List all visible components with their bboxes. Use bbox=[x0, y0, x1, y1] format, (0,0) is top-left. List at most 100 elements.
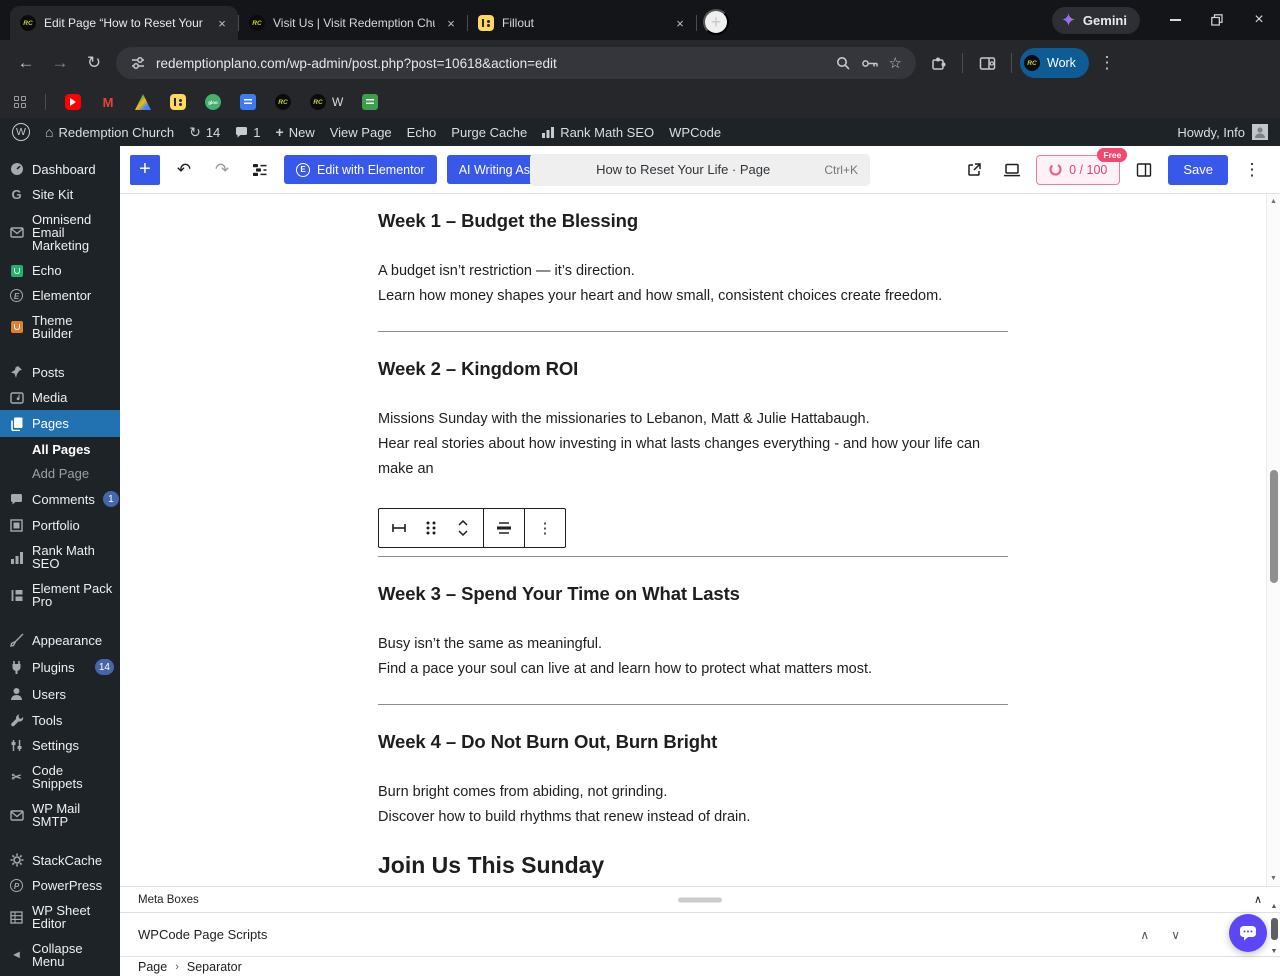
user-avatar[interactable] bbox=[1252, 124, 1268, 140]
sidebar-item-portfolio[interactable]: Portfolio bbox=[0, 513, 120, 538]
content-paragraph[interactable]: Missions Sunday with the missionaries to… bbox=[378, 407, 1008, 482]
scroll-down-icon[interactable]: ▼ bbox=[1267, 875, 1280, 882]
redo-button[interactable]: ↷ bbox=[208, 156, 236, 184]
sidebar-item-omnisend-email-marketing[interactable]: Omnisend Email Marketing bbox=[0, 207, 120, 258]
breadcrumb-separator-block[interactable]: Separator bbox=[187, 960, 242, 974]
bookmark-youtube[interactable] bbox=[65, 94, 81, 110]
drag-handle-icon[interactable] bbox=[416, 513, 446, 543]
editor-options-icon[interactable]: ⋮ bbox=[1238, 156, 1266, 184]
block-inserter-button[interactable]: + bbox=[130, 154, 160, 185]
sidebar-item-powerpress[interactable]: P PowerPress bbox=[0, 873, 120, 898]
editor-scrollbar[interactable]: ▲ ▼ bbox=[1266, 194, 1280, 886]
separator-block[interactable] bbox=[378, 704, 1008, 705]
close-button[interactable]: × bbox=[1238, 0, 1280, 40]
admin-bar-wpcode[interactable]: WPCode bbox=[669, 125, 721, 140]
content-heading[interactable]: Week 4 – Do Not Burn Out, Burn Bright bbox=[378, 731, 1008, 753]
browser-tab[interactable]: RC Edit Page “How to Reset Your Li × bbox=[10, 6, 238, 40]
sidebar-item-echo[interactable]: Echo bbox=[0, 258, 120, 283]
content-heading[interactable]: Week 2 – Kingdom ROI bbox=[378, 358, 1008, 380]
content-heading[interactable]: Week 3 – Spend Your Time on What Lasts bbox=[378, 583, 1008, 605]
settings-sidebar-toggle[interactable] bbox=[1130, 156, 1158, 184]
tab-close-icon[interactable]: × bbox=[672, 15, 688, 31]
sidebar-item-tools[interactable]: Tools bbox=[0, 707, 120, 733]
browser-tab[interactable]: RC Visit Us | Visit Redemption Chur × bbox=[239, 6, 467, 40]
panel-scroll-thumb[interactable] bbox=[1270, 918, 1278, 940]
url-text[interactable]: redemptionplano.com/wp-admin/post.php?po… bbox=[156, 56, 825, 71]
separator-block-icon[interactable] bbox=[384, 513, 414, 543]
sidebar-subitem-add-page[interactable]: Add Page bbox=[0, 461, 120, 485]
align-icon[interactable] bbox=[489, 513, 519, 543]
sidebar-item-plugins[interactable]: Plugins 14 bbox=[0, 653, 120, 681]
preview-device-icon[interactable] bbox=[998, 156, 1026, 184]
address-bar[interactable]: redemptionplano.com/wp-admin/post.php?po… bbox=[116, 47, 916, 79]
sidebar-item-stackcache[interactable]: StackCache bbox=[0, 847, 120, 873]
sidebar-item-settings[interactable]: Settings bbox=[0, 733, 120, 758]
side-panel-icon[interactable] bbox=[971, 47, 1003, 79]
bookmark-drive[interactable] bbox=[135, 94, 151, 110]
sidebar-item-comments[interactable]: Comments 1 bbox=[0, 485, 120, 513]
admin-bar-purge-cache[interactable]: Purge Cache bbox=[451, 125, 527, 140]
move-up-down-icon[interactable] bbox=[448, 513, 478, 543]
sidebar-item-wp-mail-smtp[interactable]: WP Mail SMTP bbox=[0, 796, 120, 834]
admin-bar-view-page[interactable]: View Page bbox=[330, 125, 392, 140]
bookmark-gmail[interactable]: M bbox=[100, 94, 116, 110]
sidebar-item-wp-sheet-editor[interactable]: WP Sheet Editor bbox=[0, 898, 120, 936]
sidebar-item-collapse-menu[interactable]: ◄ Collapse Menu bbox=[0, 936, 120, 974]
bookmark-gloo[interactable]: gloo bbox=[205, 94, 221, 110]
site-info-icon[interactable] bbox=[130, 55, 146, 71]
forward-button[interactable]: → bbox=[44, 47, 76, 79]
save-button[interactable]: Save bbox=[1168, 154, 1228, 185]
gemini-button[interactable]: Gemini bbox=[1051, 7, 1140, 34]
new-tab-button[interactable]: + bbox=[703, 9, 729, 35]
sidebar-item-users[interactable]: Users bbox=[0, 681, 120, 707]
panel-scroll-up-icon[interactable]: ▲ bbox=[1271, 903, 1278, 910]
sidebar-item-code-snippets[interactable]: ✂ Code Snippets bbox=[0, 758, 120, 796]
admin-bar-new[interactable]: + New bbox=[276, 125, 315, 140]
undo-button[interactable]: ↶ bbox=[170, 156, 198, 184]
browser-menu-icon[interactable]: ⋮ bbox=[1091, 47, 1123, 79]
sidebar-item-dashboard[interactable]: Dashboard bbox=[0, 156, 120, 182]
content-paragraph[interactable]: A budget isn’t restriction — it’s direct… bbox=[378, 259, 1008, 309]
list-view-button[interactable] bbox=[246, 156, 274, 184]
chat-widget-button[interactable] bbox=[1229, 914, 1267, 952]
browser-tab[interactable]: Fillout × bbox=[468, 6, 696, 40]
sidebar-item-elementor[interactable]: E Elementor bbox=[0, 283, 120, 308]
editor-canvas[interactable]: Week 1 – Budget the Blessing A budget isn… bbox=[120, 194, 1280, 886]
bookmark-docs[interactable] bbox=[240, 94, 256, 110]
meta-boxes-panel[interactable]: Meta Boxes ∧ bbox=[120, 886, 1280, 912]
sidebar-item-theme-builder[interactable]: Theme Builder bbox=[0, 308, 120, 346]
content-paragraph[interactable]: Busy isn’t the same as meaningful. Find a… bbox=[378, 632, 1008, 682]
zoom-icon[interactable] bbox=[835, 55, 851, 71]
bookmark-rc[interactable]: RC W bbox=[310, 94, 343, 110]
minimize-button[interactable] bbox=[1154, 0, 1196, 40]
collapse-chevron-icon[interactable]: ∧ bbox=[1254, 893, 1262, 906]
block-options-icon[interactable]: ⋮ bbox=[530, 513, 560, 543]
view-page-icon[interactable] bbox=[960, 156, 988, 184]
panel-scrollbar[interactable]: ▲ ▼ bbox=[1268, 902, 1280, 956]
sidebar-item-element-pack-pro[interactable]: Element Pack Pro bbox=[0, 576, 120, 614]
content-heading[interactable]: Week 1 – Budget the Blessing bbox=[378, 210, 1008, 232]
panel-scroll-down-icon[interactable]: ▼ bbox=[1271, 948, 1278, 955]
command-search[interactable]: How to Reset Your Life · Page Ctrl+K bbox=[530, 153, 870, 186]
rank-math-score[interactable]: 0 / 100 Free bbox=[1036, 147, 1128, 185]
wordpress-logo-icon[interactable]: W bbox=[12, 123, 30, 141]
back-button[interactable]: ← bbox=[10, 47, 42, 79]
bookmark-rc[interactable]: RC bbox=[275, 94, 291, 110]
sidebar-item-site-kit[interactable]: G Site Kit bbox=[0, 182, 120, 207]
apps-grid-icon[interactable] bbox=[14, 96, 26, 108]
password-key-icon[interactable] bbox=[861, 57, 879, 70]
content-paragraph[interactable]: Burn bright comes from abiding, not grin… bbox=[378, 780, 1008, 830]
content-heading-large[interactable]: Join Us This Sunday bbox=[378, 852, 1008, 879]
extensions-icon[interactable] bbox=[922, 47, 954, 79]
breadcrumb-page[interactable]: Page bbox=[138, 960, 167, 974]
admin-bar-rank-math[interactable]: Rank Math SEO bbox=[542, 125, 654, 140]
panel-down-chevron-icon[interactable]: ∨ bbox=[1171, 928, 1180, 942]
admin-bar-echo[interactable]: Echo bbox=[407, 125, 437, 140]
admin-bar-site-name[interactable]: ⌂ Redemption Church bbox=[45, 125, 174, 140]
scroll-up-icon[interactable]: ▲ bbox=[1267, 198, 1280, 205]
reload-button[interactable]: ↻ bbox=[78, 47, 110, 79]
separator-block[interactable] bbox=[378, 331, 1008, 332]
sidebar-item-posts[interactable]: Posts bbox=[0, 359, 120, 385]
admin-bar-updates[interactable]: ↻ 14 bbox=[189, 125, 220, 140]
sidebar-item-rank-math-seo[interactable]: Rank Math SEO bbox=[0, 538, 120, 576]
